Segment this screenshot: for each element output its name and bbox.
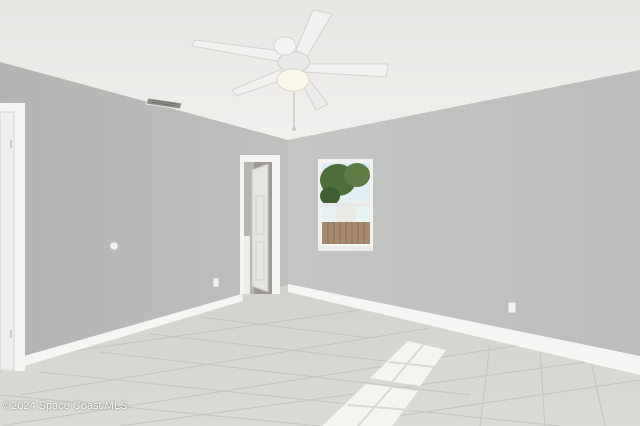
wall-outlet-left: [212, 277, 220, 288]
room-photo: [0, 0, 640, 426]
wall-outlet-right: [507, 301, 517, 314]
thermostat[interactable]: [109, 241, 119, 251]
interior-door[interactable]: [251, 163, 269, 293]
fan-light-globe: [276, 68, 310, 92]
photo-watermark: ©2024 Space Coast MLS: [3, 400, 128, 412]
